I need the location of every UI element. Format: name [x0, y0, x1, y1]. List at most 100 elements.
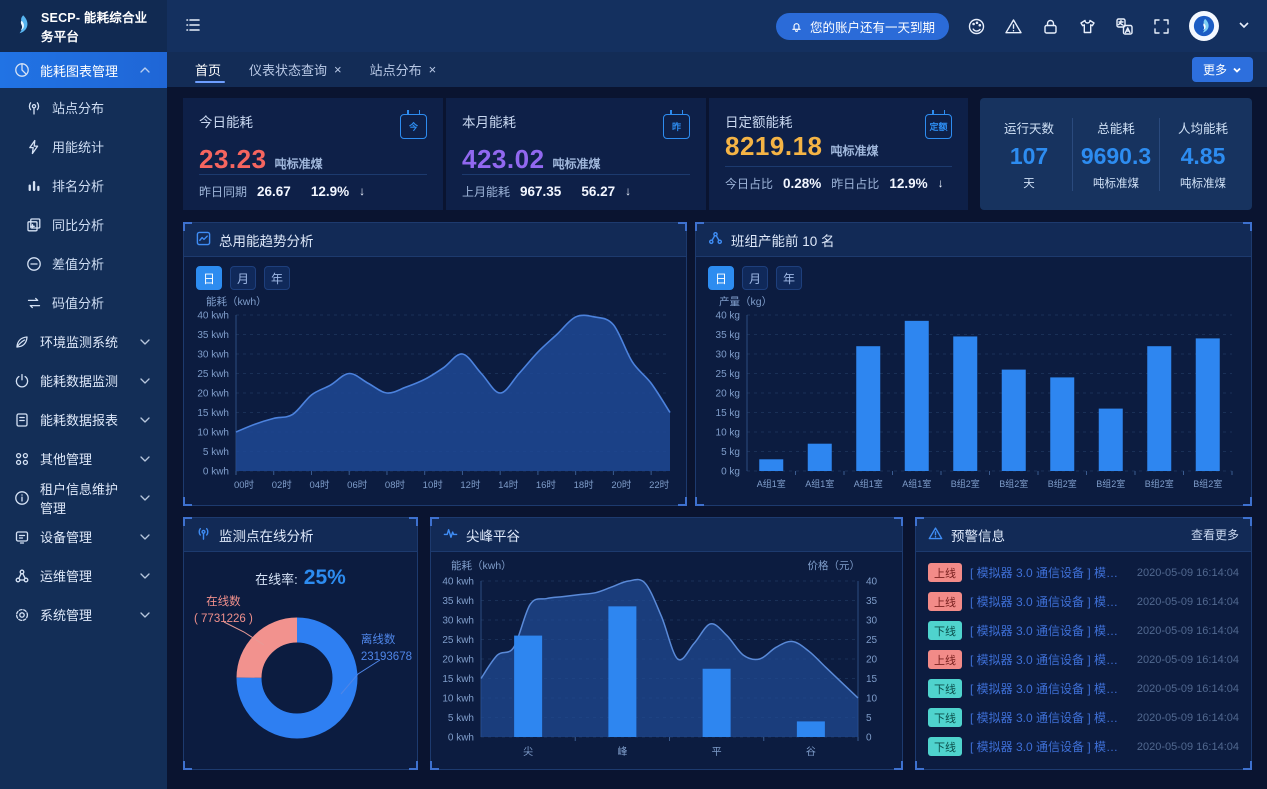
panel-peak-valley: 尖峰平谷 能耗（kwh）价格（元）0 kwh05 kwh510 kwh1015 … — [430, 517, 903, 770]
panel-online-analysis: 监测点在线分析 在线率:25% 在线数 ( 7731226 ) 离线数 2319… — [183, 517, 418, 770]
sidebar-group-device-management[interactable]: 设备管理 — [0, 517, 167, 556]
minus-circle-icon — [26, 256, 42, 272]
sidebar-group-ops-management[interactable]: 运维管理 — [0, 556, 167, 595]
online-rate: 在线率:25% — [184, 566, 417, 590]
sidebar-group-energy-charts[interactable]: 能耗图表管理 — [0, 52, 167, 88]
sidebar-item-site-distribution[interactable]: 站点分布 — [0, 88, 167, 127]
panel-title: 尖峰平谷 — [466, 525, 520, 545]
power-icon — [14, 373, 30, 389]
lock-icon[interactable] — [1041, 17, 1060, 36]
lightning-icon — [26, 139, 42, 155]
sidebar-group-label: 运维管理 — [40, 566, 92, 585]
tab-meter-status[interactable]: 仪表状态查询 × — [235, 52, 356, 88]
trend-down-arrow: ↓ — [359, 184, 365, 198]
tab-label: 首页 — [195, 60, 221, 79]
svg-text:30 kg: 30 kg — [716, 350, 740, 361]
stat-value: 23.23 — [199, 144, 267, 175]
theme-palette-icon[interactable] — [967, 17, 986, 36]
alert-row[interactable]: 下线 [ 模拟器 3.0 通信设备 ] 模拟器 3.0... 2020-05-0… — [916, 703, 1251, 732]
fullscreen-icon[interactable] — [1152, 17, 1171, 36]
topbar-actions: 您的账户还有一天到期 — [776, 11, 1251, 41]
svg-text:能耗（kwh）: 能耗（kwh） — [451, 559, 512, 572]
svg-text:30: 30 — [866, 616, 878, 627]
svg-text:5 kwh: 5 kwh — [448, 713, 474, 724]
svg-text:10 kg: 10 kg — [716, 428, 740, 439]
svg-text:平: 平 — [712, 747, 722, 758]
chevron-down-icon — [137, 529, 153, 545]
svg-text:能耗（kwh）: 能耗（kwh） — [206, 295, 267, 308]
sidebar-item-yoy-analysis[interactable]: 同比分析 — [0, 205, 167, 244]
sidebar-group-other-management[interactable]: 其他管理 — [0, 439, 167, 478]
svg-text:12时: 12时 — [460, 479, 481, 491]
svg-text:25 kwh: 25 kwh — [442, 635, 474, 646]
user-menu-chevron-icon[interactable] — [1237, 18, 1251, 35]
sidebar-group-label: 系统管理 — [40, 605, 92, 624]
sidebar-item-energy-stats[interactable]: 用能统计 — [0, 127, 167, 166]
svg-text:B组2室: B组2室 — [1096, 478, 1125, 489]
alert-row[interactable]: 上线 [ 模拟器 3.0 通信设备 ] 模拟器 3.0... 2020-05-0… — [916, 558, 1251, 587]
chip-month[interactable]: 月 — [230, 266, 256, 290]
sidebar-item-ranking-analysis[interactable]: 排名分析 — [0, 166, 167, 205]
chip-day[interactable]: 日 — [708, 266, 734, 290]
tshirt-icon[interactable] — [1078, 17, 1097, 36]
chip-day[interactable]: 日 — [196, 266, 222, 290]
collapse-menu-icon[interactable] — [183, 15, 203, 38]
svg-text:5 kg: 5 kg — [721, 447, 740, 458]
share-chart-icon — [708, 231, 723, 249]
sidebar-group-energy-reports[interactable]: 能耗数据报表 — [0, 400, 167, 439]
tab-site-distribution[interactable]: 站点分布 × — [356, 52, 451, 88]
trend-down-arrow: ↓ — [625, 184, 631, 198]
chip-year[interactable]: 年 — [776, 266, 802, 290]
svg-text:40: 40 — [866, 577, 878, 588]
chip-year[interactable]: 年 — [264, 266, 290, 290]
tab-close-icon[interactable]: × — [334, 63, 342, 76]
tab-home[interactable]: 首页 — [181, 52, 235, 88]
summary-total-energy: 总能耗 9690.3 吨标准煤 — [1072, 118, 1159, 191]
chevron-down-icon — [137, 607, 153, 623]
svg-text:20 kg: 20 kg — [716, 389, 740, 400]
chevron-up-icon — [137, 62, 153, 78]
sidebar-item-difference-analysis[interactable]: 差值分析 — [0, 244, 167, 283]
sidebar-group-system-management[interactable]: 系统管理 — [0, 595, 167, 634]
sidebar-item-code-value-analysis[interactable]: 码值分析 — [0, 283, 167, 322]
sidebar-group-env-monitoring[interactable]: 环境监测系统 — [0, 322, 167, 361]
stat-value: 423.02 — [462, 144, 545, 175]
alert-row[interactable]: 下线 [ 模拟器 3.0 通信设备 ] 模拟器 3.0... 2020-05-0… — [916, 732, 1251, 761]
svg-text:14时: 14时 — [498, 479, 519, 491]
calendar-quota-icon: 定额 — [925, 114, 952, 139]
alert-row[interactable]: 下线 [ 模拟器 3.0 通信设备 ] 模拟器 3.0... 2020-05-0… — [916, 616, 1251, 645]
sidebar-group-tenant-info[interactable]: 租户信息维护管理 — [0, 478, 167, 517]
panel-header: 预警信息 查看更多 — [916, 518, 1251, 552]
more-button[interactable]: 更多 — [1192, 57, 1253, 82]
translate-icon[interactable] — [1115, 17, 1134, 36]
svg-text:15 kwh: 15 kwh — [197, 408, 229, 419]
svg-text:峰: 峰 — [617, 746, 627, 758]
stat-title: 本月能耗 — [462, 111, 516, 131]
sidebar-item-label: 差值分析 — [52, 254, 104, 273]
svg-text:08时: 08时 — [385, 479, 406, 491]
share-nodes-icon — [14, 568, 30, 584]
stat-title: 今日能耗 — [199, 111, 253, 131]
alert-row[interactable]: 上线 [ 模拟器 3.0 通信设备 ] 模拟器 3.0... 2020-05-0… — [916, 645, 1251, 674]
svg-text:16时: 16时 — [536, 479, 557, 491]
sidebar-group-energy-monitoring[interactable]: 能耗数据监测 — [0, 361, 167, 400]
bar-rank-icon — [26, 178, 42, 194]
info-circle-icon — [14, 490, 30, 506]
alert-row[interactable]: 下线 [ 模拟器 3.0 通信设备 ] 模拟器 3.0... 2020-05-0… — [916, 674, 1251, 703]
svg-text:尖: 尖 — [523, 745, 533, 758]
alert-row[interactable]: 上线 [ 模拟器 3.0 通信设备 ] 模拟器 3.0... 2020-05-0… — [916, 587, 1251, 616]
view-more-link[interactable]: 查看更多 — [1191, 526, 1239, 543]
chevron-down-icon — [137, 412, 153, 428]
tab-close-icon[interactable]: × — [429, 63, 437, 76]
svg-text:18时: 18时 — [574, 479, 595, 491]
chip-month[interactable]: 月 — [742, 266, 768, 290]
corner-accent — [678, 497, 687, 506]
svg-text:10时: 10时 — [423, 479, 444, 491]
svg-text:15 kwh: 15 kwh — [442, 674, 474, 685]
warning-triangle-icon[interactable] — [1004, 17, 1023, 36]
stat-footer: 今日占比0.28% 昨日占比12.9% ↓ — [725, 166, 952, 199]
account-expiry-notice[interactable]: 您的账户还有一天到期 — [776, 13, 949, 40]
avatar[interactable] — [1189, 11, 1219, 41]
gear-icon — [14, 607, 30, 623]
alert-list: 上线 [ 模拟器 3.0 通信设备 ] 模拟器 3.0... 2020-05-0… — [916, 552, 1251, 761]
